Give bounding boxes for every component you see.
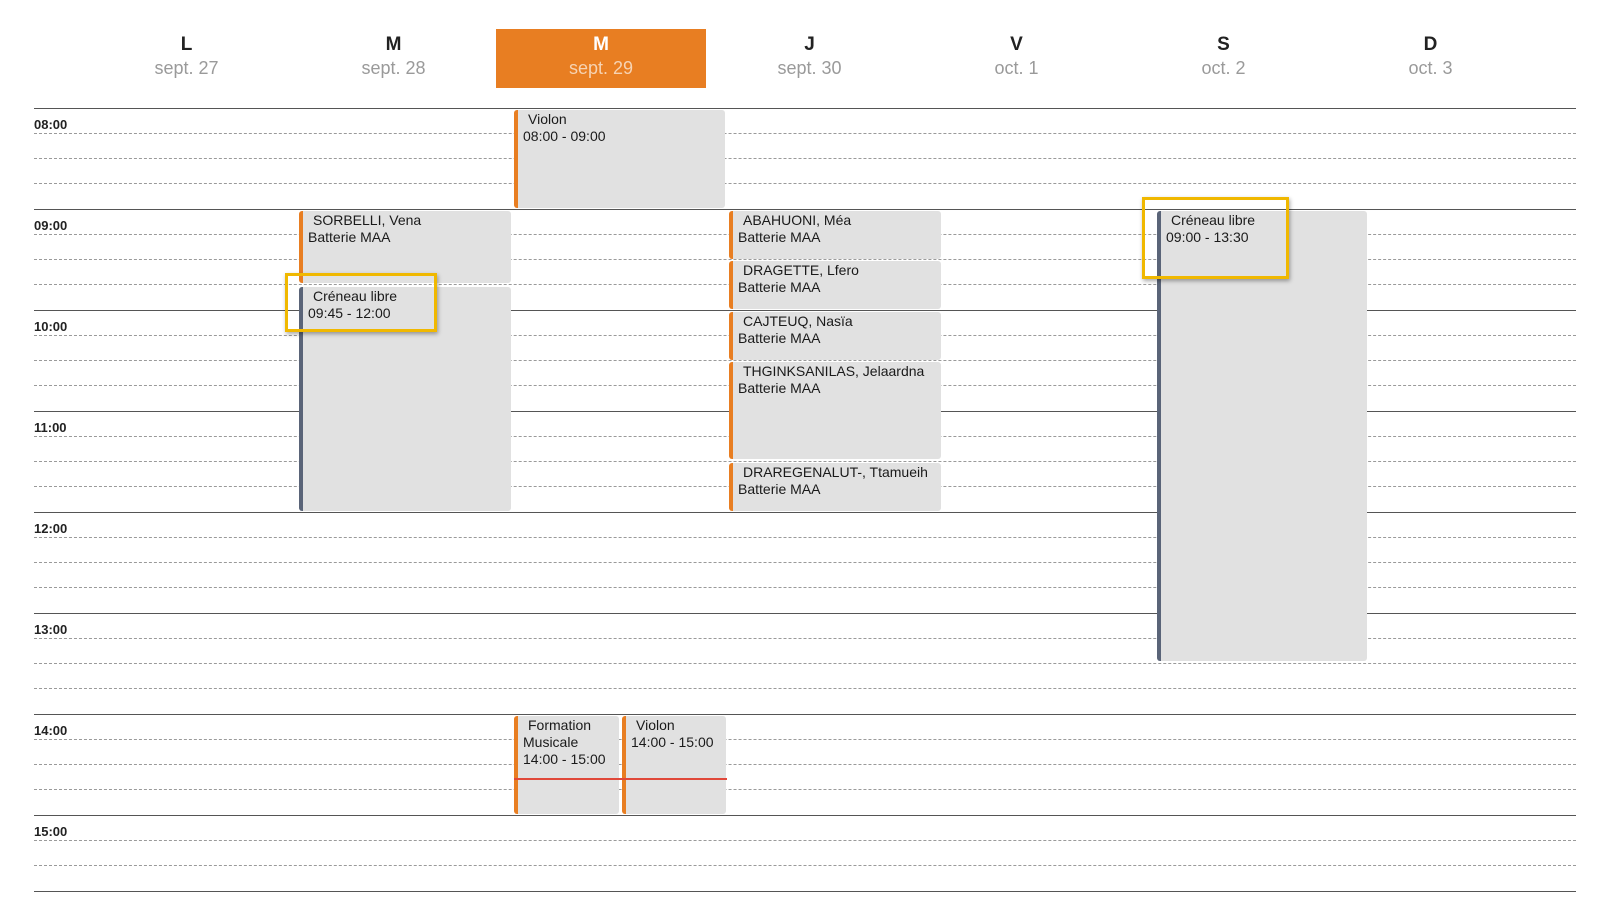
quarter-line bbox=[34, 764, 1576, 765]
event-title-cont: Musicale bbox=[523, 734, 579, 750]
day-header-sunday[interactable]: D oct. 3 bbox=[1324, 29, 1537, 88]
event-lesson[interactable]: Formation Musicale 14:00 - 15:00 bbox=[514, 716, 619, 814]
quarter-line bbox=[34, 865, 1576, 866]
day-date: sept. 30 bbox=[777, 58, 842, 78]
day-date: oct. 1 bbox=[994, 58, 1039, 78]
week-calendar: L sept. 27 M sept. 28 M sept. 29 J sept.… bbox=[0, 0, 1610, 911]
event-student: ABAHUONI, Méa bbox=[743, 212, 852, 228]
event-title: Formation bbox=[528, 717, 592, 733]
event-student: CAJTEUQ, Nasïa bbox=[743, 313, 853, 329]
hour-label-0800: 08:00 bbox=[34, 117, 68, 132]
quarter-line bbox=[34, 789, 1576, 790]
hour-label-1500: 15:00 bbox=[34, 824, 68, 839]
event-title: Violon bbox=[636, 717, 675, 733]
hour-label-1300: 13:00 bbox=[34, 622, 68, 637]
event-lesson[interactable]: ABAHUONI, Méa Batterie MAA bbox=[729, 211, 941, 259]
day-letter: V bbox=[1010, 34, 1023, 55]
event-student: THGINKSANILAS, Jelaardna bbox=[743, 363, 925, 379]
quarter-line bbox=[34, 183, 1576, 184]
current-time-indicator bbox=[514, 778, 727, 780]
day-header-wednesday-today[interactable]: M sept. 29 bbox=[496, 29, 706, 88]
day-date: sept. 27 bbox=[154, 58, 219, 78]
quarter-line bbox=[34, 688, 1576, 689]
hour-line bbox=[34, 891, 1576, 892]
day-letter: L bbox=[180, 34, 193, 55]
hour-label-1000: 10:00 bbox=[34, 319, 68, 334]
quarter-line bbox=[34, 133, 1576, 134]
event-student: DRAGETTE, Lfero bbox=[743, 262, 859, 278]
event-title: Créneau libre bbox=[1171, 212, 1256, 228]
event-course: Batterie MAA bbox=[738, 330, 821, 346]
hour-label-1400: 14:00 bbox=[34, 723, 68, 738]
day-header-saturday[interactable]: S oct. 2 bbox=[1117, 29, 1330, 88]
hour-label-0900: 09:00 bbox=[34, 218, 68, 233]
event-lesson[interactable]: DRAREGENALUT-, Ttamueih Batterie MAA bbox=[729, 463, 941, 511]
event-course: Batterie MAA bbox=[738, 380, 821, 396]
quarter-line bbox=[34, 840, 1576, 841]
quarter-line bbox=[34, 158, 1576, 159]
hour-line bbox=[34, 209, 1576, 210]
event-lesson[interactable]: Violon 14:00 - 15:00 bbox=[622, 716, 726, 814]
day-letter: D bbox=[1423, 34, 1438, 55]
event-lesson[interactable]: SORBELLI, Vena Batterie MAA bbox=[299, 211, 511, 283]
hour-line bbox=[34, 108, 1576, 109]
day-header-tuesday[interactable]: M sept. 28 bbox=[287, 29, 500, 88]
day-date: oct. 2 bbox=[1201, 58, 1246, 78]
hour-label-1100: 11:00 bbox=[34, 420, 67, 435]
event-lesson[interactable]: Violon 08:00 - 09:00 bbox=[514, 110, 725, 208]
event-course: Batterie MAA bbox=[308, 229, 391, 245]
day-date: oct. 3 bbox=[1408, 58, 1453, 78]
day-letter: J bbox=[804, 34, 815, 55]
event-lesson[interactable]: DRAGETTE, Lfero Batterie MAA bbox=[729, 261, 941, 309]
day-date: sept. 28 bbox=[361, 58, 426, 78]
event-time: 14:00 - 15:00 bbox=[631, 734, 714, 750]
event-time: 14:00 - 15:00 bbox=[523, 751, 606, 767]
event-course: Batterie MAA bbox=[738, 229, 821, 245]
quarter-line bbox=[34, 739, 1576, 740]
day-header-monday[interactable]: L sept. 27 bbox=[80, 29, 293, 88]
day-letter: M bbox=[593, 34, 609, 55]
event-free-slot[interactable]: Créneau libre 09:00 - 13:30 bbox=[1157, 211, 1367, 661]
event-time: 09:45 - 12:00 bbox=[308, 305, 391, 321]
event-course: Batterie MAA bbox=[738, 279, 821, 295]
day-header-thursday[interactable]: J sept. 30 bbox=[703, 29, 916, 88]
event-lesson[interactable]: THGINKSANILAS, Jelaardna Batterie MAA bbox=[729, 362, 941, 459]
event-title: Créneau libre bbox=[313, 288, 398, 304]
event-free-slot[interactable]: Créneau libre 09:45 - 12:00 bbox=[299, 287, 511, 511]
event-student: DRAREGENALUT-, Ttamueih bbox=[743, 464, 928, 480]
hour-line bbox=[34, 714, 1576, 715]
event-course: Batterie MAA bbox=[738, 481, 821, 497]
day-header-friday[interactable]: V oct. 1 bbox=[910, 29, 1123, 88]
event-lesson[interactable]: CAJTEUQ, Nasïa Batterie MAA bbox=[729, 312, 941, 360]
event-student: SORBELLI, Vena bbox=[313, 212, 422, 228]
quarter-line bbox=[34, 663, 1576, 664]
event-time: 09:00 - 13:30 bbox=[1166, 229, 1249, 245]
hour-line bbox=[34, 815, 1576, 816]
day-letter: M bbox=[385, 34, 402, 55]
day-letter: S bbox=[1217, 34, 1230, 55]
event-title: Violon bbox=[528, 111, 567, 127]
event-time: 08:00 - 09:00 bbox=[523, 128, 606, 144]
day-date: sept. 29 bbox=[568, 58, 634, 78]
hour-label-1200: 12:00 bbox=[34, 521, 68, 536]
